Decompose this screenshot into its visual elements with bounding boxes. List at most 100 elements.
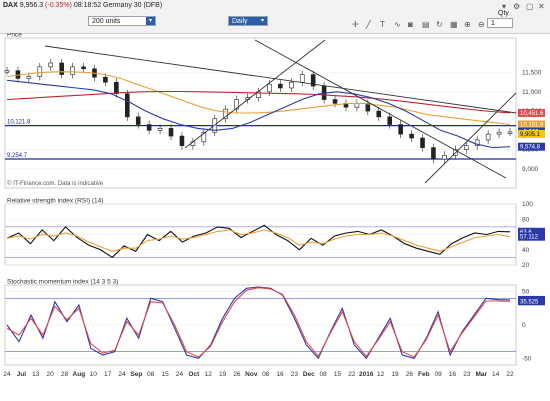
instrument-time: 08:18:52 xyxy=(73,2,102,9)
x-tick-label: 16 xyxy=(276,371,284,378)
candle-body xyxy=(70,66,75,75)
chart-area[interactable]: Price11,50011,00010,5009,5009,00010,121.… xyxy=(0,33,550,401)
x-tick-label: Dec xyxy=(303,371,315,378)
x-tick-label: 15 xyxy=(334,371,342,378)
x-tick-label: 08 xyxy=(262,371,270,378)
rsi-panel: Relative strength index (RSI) (14)100806… xyxy=(4,198,545,269)
candle-body xyxy=(157,128,163,131)
print-icon[interactable]: ▤ xyxy=(422,20,430,29)
zoom-in-icon[interactable]: ⊕ xyxy=(464,20,471,29)
x-tick-label: 20 xyxy=(46,371,54,378)
stochastic-title: Stochastic momentum index (14 3 5 3) xyxy=(7,279,118,286)
candle-body xyxy=(135,116,141,125)
indicator-icon[interactable]: ∿ xyxy=(394,20,401,29)
x-tick-label: 2016 xyxy=(359,371,374,378)
x-tick-label: 23 xyxy=(463,371,471,378)
instrument-change: (-0.35%) xyxy=(45,2,72,9)
candle-body xyxy=(59,62,64,75)
candle-body xyxy=(81,66,86,70)
interval-select[interactable]: Daily ▾ xyxy=(228,16,268,26)
x-tick-label: 09 xyxy=(435,371,443,378)
x-tick-label: 10 xyxy=(90,371,98,378)
instrument-name: DAX xyxy=(3,2,18,9)
candle-body xyxy=(146,124,152,131)
x-tick-label: 22 xyxy=(506,371,514,378)
y-tick-label: 11,000 xyxy=(522,89,542,96)
units-select[interactable]: 200 units ▾ xyxy=(88,16,156,26)
x-tick-label: 24 xyxy=(118,371,126,378)
axis-value-label: 10,451.6 xyxy=(520,111,544,117)
candle-body xyxy=(48,62,54,68)
candle-body xyxy=(442,155,447,160)
x-tick-label: 19 xyxy=(391,371,399,378)
y-tick-label: 9,000 xyxy=(522,166,539,173)
x-tick-label: Jul xyxy=(17,371,27,378)
candle-body xyxy=(26,76,32,79)
grid-icon[interactable]: ▦ xyxy=(450,20,458,29)
crosshair-icon[interactable]: ✛ xyxy=(352,20,359,29)
price-title: Price xyxy=(7,33,22,39)
x-tick-label: 26 xyxy=(233,371,241,378)
chevron-down-icon: ▾ xyxy=(258,17,267,25)
y-tick-label: 20 xyxy=(522,262,530,269)
x-tick-label: 26 xyxy=(406,371,414,378)
x-tick-label: 16 xyxy=(449,371,457,378)
x-tick-label: 08 xyxy=(147,371,155,378)
x-tick-label: 23 xyxy=(291,371,299,378)
candle-body xyxy=(431,147,436,160)
candle-body xyxy=(289,81,294,89)
maximize-icon[interactable]: ▢ xyxy=(526,2,534,11)
candle-body xyxy=(124,93,130,118)
candle-body xyxy=(376,110,382,118)
instrument-header: DAX 9,956.3 (-0.35%) 08:18:52 Germany 30… xyxy=(3,2,162,9)
zoom-out-icon[interactable]: ⊖ xyxy=(478,20,485,29)
qty-input-value: 1 xyxy=(491,20,495,27)
x-tick-label: Mar xyxy=(475,371,487,378)
watermark-text: © IT-Finance.com. Data is indicative xyxy=(7,180,104,187)
units-select-value: 200 units xyxy=(92,18,121,25)
x-tick-label: 12 xyxy=(205,371,213,378)
candle-body xyxy=(463,145,469,150)
settings-icon[interactable]: ⚙ xyxy=(513,2,520,11)
qty-label: Qty xyxy=(498,10,509,17)
candle-body xyxy=(507,131,513,134)
stochastic-panel: Stochastic momentum index (14 3 5 3) 50 0 -… xyxy=(4,279,545,366)
x-tick-label: 24 xyxy=(176,371,184,378)
x-tick-label: 24 xyxy=(3,371,11,378)
x-tick-label: Sep xyxy=(130,371,142,378)
x-tick-label: Oct xyxy=(188,371,200,378)
x-tick-label: 14 xyxy=(492,371,500,378)
y-tick-label: 80 xyxy=(522,216,530,223)
y-tick-label: 40 xyxy=(522,247,530,254)
axis-value-label: 10,151.8 xyxy=(520,123,544,129)
candle-body xyxy=(37,66,43,77)
candle-body xyxy=(332,99,338,104)
text-tool-icon[interactable]: T xyxy=(380,20,385,29)
draw-line-icon[interactable]: ╱ xyxy=(366,20,371,29)
x-tick-label: Nov xyxy=(245,371,258,378)
axis-value-label: 35.525 xyxy=(520,299,539,305)
candle-body xyxy=(354,103,360,108)
axis-value-label: 9,905.1 xyxy=(520,132,541,138)
candle-body xyxy=(299,74,305,83)
qty-input[interactable]: 1 xyxy=(487,18,513,28)
x-tick-label: 19 xyxy=(219,371,227,378)
candle-body xyxy=(387,116,393,125)
candle-body xyxy=(420,137,425,148)
interval-select-value: Daily xyxy=(232,18,248,25)
x-tick-label: 12 xyxy=(377,371,385,378)
price-panel: Price11,50011,00010,5009,5009,00010,121.… xyxy=(4,33,545,189)
axis-value-label: 9,574.8 xyxy=(520,145,541,151)
support-line-label: 9,254.7 xyxy=(7,153,28,159)
candle-body xyxy=(267,83,272,93)
camera-icon[interactable]: ◙ xyxy=(408,20,413,29)
refresh-icon[interactable]: ↻ xyxy=(436,20,443,29)
x-tick-label: 17 xyxy=(104,371,112,378)
x-tick-label: 08 xyxy=(320,371,328,378)
toolbar: DAX 9,956.3 (-0.35%) 08:18:52 Germany 30… xyxy=(0,0,550,34)
x-tick-label: 28 xyxy=(61,371,69,378)
close-icon[interactable]: ✕ xyxy=(538,2,545,11)
candle-body xyxy=(496,131,502,135)
support-line-label: 10,121.8 xyxy=(7,120,31,126)
rsi-title: Relative strength index (RSI) (14) xyxy=(7,198,103,205)
